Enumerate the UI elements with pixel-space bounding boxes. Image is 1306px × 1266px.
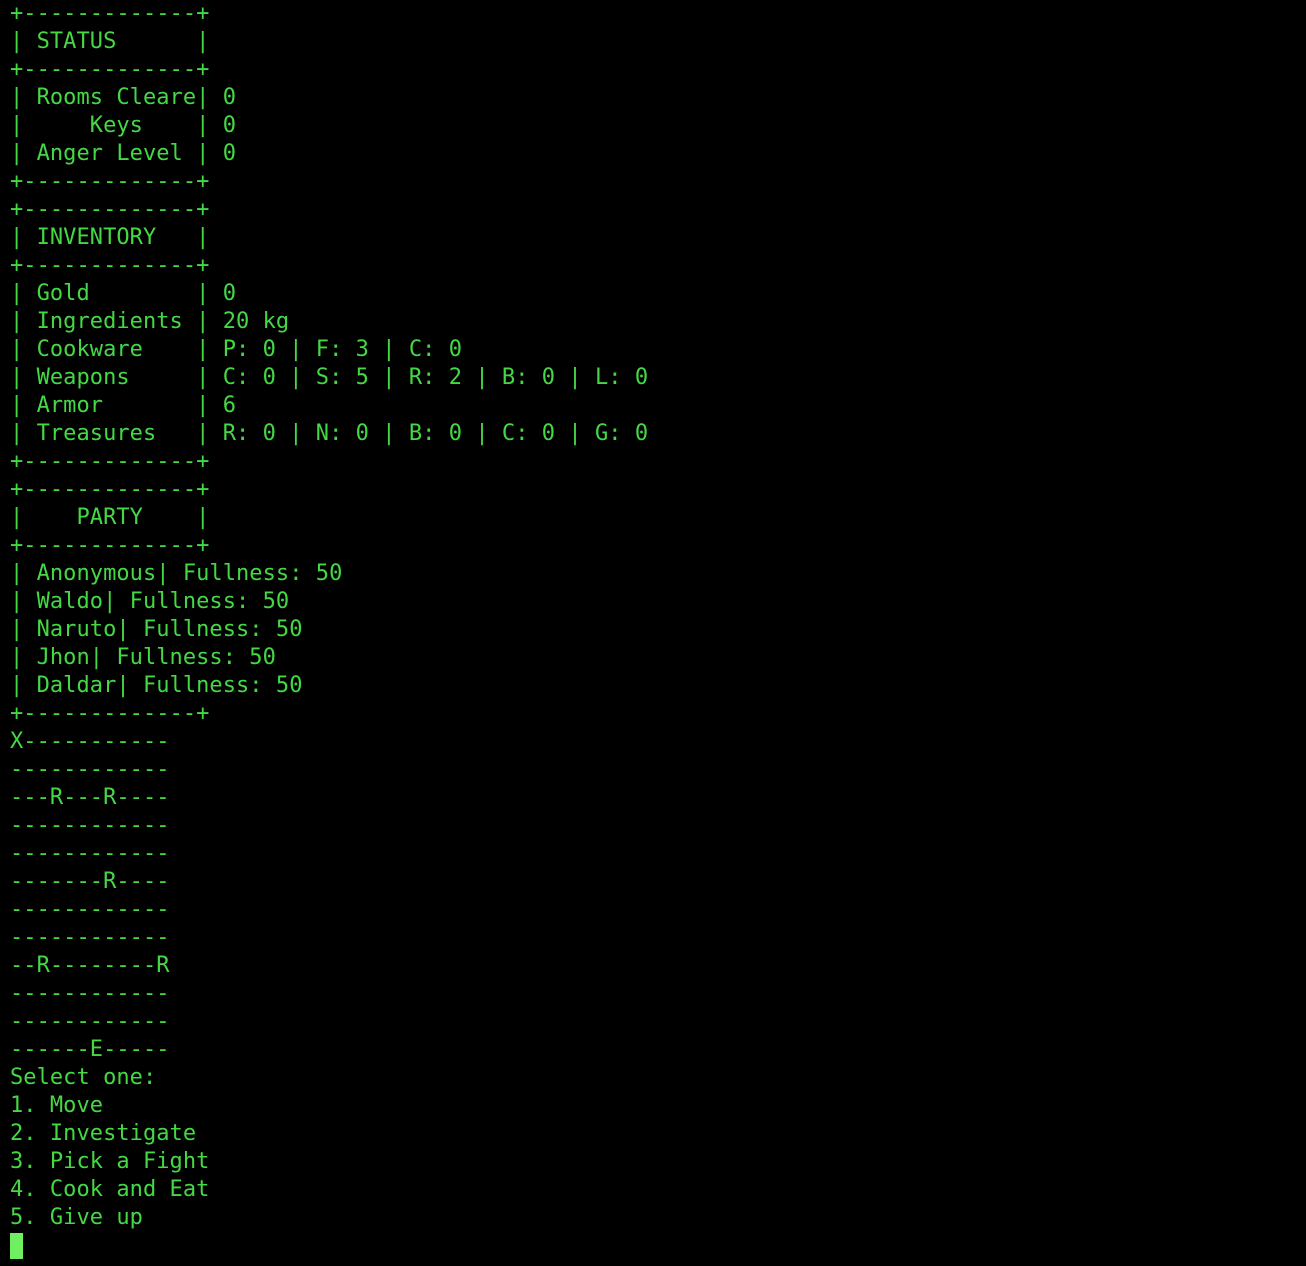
menu-option-cook-and-eat[interactable]: 4. Cook and Eat [10,1176,1306,1204]
inventory-row-armor: | Armor | 6 [10,393,237,418]
menu-option-move[interactable]: 1. Move [10,1092,1306,1120]
party-member-row: | Jhon| Fullness: 50 [10,645,276,670]
status-panel-divider: +-------------+ [10,57,210,82]
map-row: ------------ [10,813,170,838]
map-row: ---R---R---- [10,785,170,810]
inventory-row-ingredients: | Ingredients | 20 kg [10,309,290,334]
menu-option-pick-a-fight[interactable]: 3. Pick a Fight [10,1148,1306,1176]
party-panel-bottom-border: +-------------+ [10,701,210,726]
inventory-row-cookware: | Cookware | P: 0 | F: 3 | C: 0 [10,337,463,362]
terminal-screen: +-------------+ | STATUS | +------------… [10,0,1306,1266]
party-member-row: | Anonymous| Fullness: 50 [10,561,343,586]
map-row: ------------ [10,925,170,950]
party-panel-divider: +-------------+ [10,533,210,558]
inventory-row-weapons: | Weapons | C: 0 | S: 5 | R: 2 | B: 0 | … [10,365,649,390]
menu-option-give-up[interactable]: 5. Give up [10,1204,1306,1232]
prompt-title: Select one: [10,1065,157,1090]
inventory-panel-top-border: +-------------+ [10,197,210,222]
status-panel-bottom-border: +-------------+ [10,169,210,194]
map-row: ------------ [10,1009,170,1034]
inventory-panel-divider: +-------------+ [10,253,210,278]
map-row: -------R---- [10,869,170,894]
map-row: ------------ [10,841,170,866]
status-row-keys: | Keys | 0 [10,113,237,138]
map-row: ------------ [10,897,170,922]
inventory-row-gold: | Gold | 0 [10,281,237,306]
party-member-row: | Naruto| Fullness: 50 [10,617,303,642]
map-row: ------------ [10,757,170,782]
inventory-panel-header: | INVENTORY | [10,225,210,250]
status-row-anger-level: | Anger Level | 0 [10,141,237,166]
status-row-rooms-cleared: | Rooms Cleare| 0 [10,85,237,110]
party-panel-top-border: +-------------+ [10,477,210,502]
inventory-panel-bottom-border: +-------------+ [10,449,210,474]
map-row: X----------- [10,729,170,754]
map-row: ------------ [10,981,170,1006]
party-panel-header: | PARTY | [10,505,210,530]
status-panel-top-border: +-------------+ [10,1,210,26]
menu-option-investigate[interactable]: 2. Investigate [10,1120,1306,1148]
party-member-row: | Daldar| Fullness: 50 [10,673,303,698]
command-input-line[interactable] [10,1232,1306,1260]
text-cursor [10,1233,23,1259]
inventory-row-treasures: | Treasures | R: 0 | N: 0 | B: 0 | C: 0 … [10,421,649,446]
status-panel-header: | STATUS | [10,29,210,54]
party-member-row: | Waldo| Fullness: 50 [10,589,290,614]
map-row: ------E----- [10,1037,170,1062]
map-row: --R--------R [10,953,170,978]
